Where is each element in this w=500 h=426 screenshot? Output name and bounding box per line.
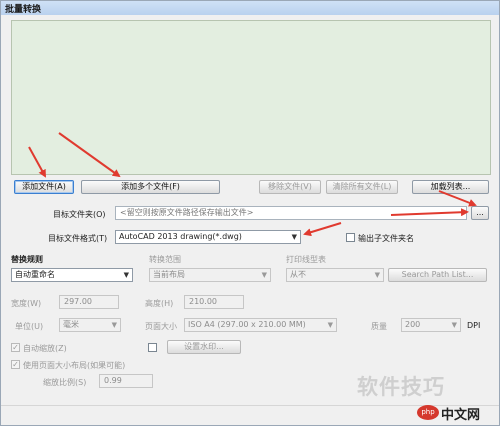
print-style-value: 从不 bbox=[290, 270, 306, 279]
set-watermark-button[interactable]: 设置水印... bbox=[167, 340, 241, 354]
checked-icon: ✓ bbox=[12, 360, 19, 369]
quality-label: 质量 bbox=[371, 322, 387, 331]
page-size-value: ISO A4 (297.00 x 210.00 MM) bbox=[188, 320, 306, 329]
page-size-label: 页面大小 bbox=[145, 322, 177, 331]
print-style-label: 打印线型表 bbox=[286, 255, 326, 264]
checked-icon: ✓ bbox=[12, 343, 19, 352]
chevron-down-icon: ▼ bbox=[327, 321, 333, 329]
chevron-down-icon: ▼ bbox=[123, 271, 129, 279]
chevron-down-icon: ▼ bbox=[111, 321, 117, 329]
output-subfolder-checkbox[interactable] bbox=[346, 233, 355, 242]
output-subfolder-label: 输出子文件夹名 bbox=[358, 234, 414, 243]
zoom-ratio-label: 缩放比例(S) bbox=[43, 378, 87, 387]
use-page-size-checkbox[interactable]: ✓ bbox=[11, 360, 20, 369]
height-label: 高度(H) bbox=[145, 299, 174, 308]
add-file-button[interactable]: 添加文件(A) bbox=[14, 180, 74, 194]
php-brand-text: 中文网 bbox=[441, 408, 481, 423]
dpi-label: DPI bbox=[467, 321, 481, 330]
target-folder-placeholder: <留空则按原文件路径保存输出文件> bbox=[120, 208, 254, 217]
auto-zoom-checkbox[interactable]: ✓ bbox=[11, 343, 20, 352]
window-title: 批量转换 bbox=[5, 5, 42, 15]
add-multiple-files-button[interactable]: 添加多个文件(F) bbox=[81, 180, 220, 194]
page-size-select[interactable]: ISO A4 (297.00 x 210.00 MM) ▼ bbox=[184, 318, 337, 332]
zoom-ratio-input[interactable]: 0.99 bbox=[99, 374, 153, 388]
layout-range-label: 转换范围 bbox=[149, 255, 181, 264]
target-format-select[interactable]: AutoCAD 2013 drawing(*.dwg) ▼ bbox=[115, 230, 301, 244]
chevron-down-icon: ▼ bbox=[374, 271, 380, 279]
layout-range-select[interactable]: 当前布局 ▼ bbox=[149, 268, 271, 282]
height-input[interactable]: 210.00 bbox=[184, 295, 244, 309]
width-label: 宽度(W) bbox=[11, 299, 42, 308]
target-folder-label: 目标文件夹(O) bbox=[53, 210, 106, 219]
layout-range-value: 当前布局 bbox=[153, 270, 185, 279]
replace-rule-value: 自动重命名 bbox=[15, 270, 55, 279]
print-style-select[interactable]: 从不 ▼ bbox=[286, 268, 384, 282]
unit-label: 单位(U) bbox=[15, 322, 44, 331]
batch-convert-window: 批量转换 添加文件(A) 添加多个文件(F) 移除文件(V) 清除所有文件(L)… bbox=[0, 0, 500, 426]
quality-select[interactable]: 200 ▼ bbox=[401, 318, 461, 332]
quality-value: 200 bbox=[405, 320, 421, 329]
target-format-label: 目标文件格式(T) bbox=[48, 234, 108, 243]
load-list-button[interactable]: 加载列表... bbox=[412, 180, 489, 194]
search-path-list-button[interactable]: Search Path List... bbox=[388, 268, 487, 282]
target-format-value: AutoCAD 2013 drawing(*.dwg) bbox=[119, 232, 242, 241]
site-watermark: 软件技巧 bbox=[357, 375, 445, 399]
remove-file-button[interactable]: 移除文件(V) bbox=[259, 180, 321, 194]
chevron-down-icon: ▼ bbox=[451, 321, 457, 329]
replace-rule-select[interactable]: 自动重命名 ▼ bbox=[11, 268, 133, 282]
watermark-checkbox[interactable] bbox=[148, 343, 157, 352]
file-list[interactable] bbox=[11, 20, 491, 175]
unit-value: 毫米 bbox=[63, 320, 79, 329]
clear-all-files-button[interactable]: 清除所有文件(L) bbox=[326, 180, 398, 194]
replace-rule-label: 替换规则 bbox=[11, 255, 43, 264]
unit-select[interactable]: 毫米 ▼ bbox=[59, 318, 121, 332]
browse-folder-button[interactable]: ... bbox=[471, 206, 489, 220]
width-input[interactable]: 297.00 bbox=[59, 295, 119, 309]
target-folder-input[interactable]: <留空则按原文件路径保存输出文件> bbox=[115, 206, 467, 220]
chevron-down-icon: ▼ bbox=[261, 271, 267, 279]
chevron-down-icon: ▼ bbox=[291, 233, 297, 241]
use-page-size-label: 使用页面大小布局(如果可能) bbox=[23, 361, 126, 370]
arrow-to-format bbox=[303, 222, 342, 237]
auto-zoom-label: 自动缩放(Z) bbox=[23, 344, 67, 353]
title-bar: 批量转换 bbox=[1, 1, 499, 15]
php-logo: php bbox=[417, 405, 439, 420]
